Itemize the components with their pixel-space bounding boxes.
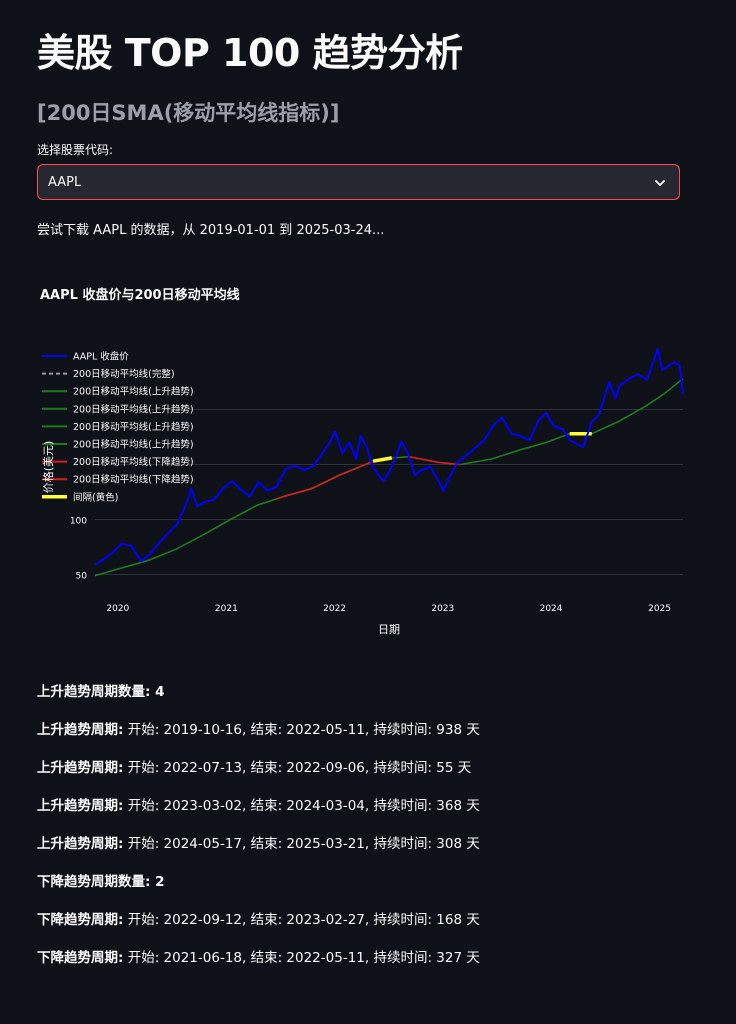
trend-results: 上升趋势周期数量: 4 上升趋势周期: 开始: 2019-10-16, 结束: 2… — [37, 682, 697, 986]
trend-count-line: 上升趋势周期数量: 4 — [37, 682, 697, 720]
legend-label: 200日移动平均线(下降趋势) — [73, 456, 194, 468]
x-tick-label: 2022 — [323, 604, 346, 614]
trend-label: 上升趋势周期: — [37, 836, 124, 852]
y-tick-label: 50 — [76, 572, 88, 582]
trend-detail: 开始: 2024-05-17, 结束: 2025-03-21, 持续时间: 30… — [123, 836, 480, 852]
legend-label: 间隔(黄色) — [73, 491, 118, 503]
download-info: 尝试下载 AAPL 的数据，从 2019-01-01 到 2025-03-24.… — [37, 223, 385, 238]
chart-axes: 50 100 2020 2021 2022 2023 2024 2025 — [70, 517, 671, 615]
trend-period-line: 下降趋势周期: 开始: 2021-06-18, 结束: 2022-05-11, … — [37, 948, 697, 986]
trend-label: 下降趋势周期数量: 2 — [37, 874, 165, 890]
sma-uptrend-segment — [591, 378, 684, 435]
x-tick-label: 2025 — [648, 604, 671, 614]
trend-period-line: 上升趋势周期: 开始: 2024-05-17, 结束: 2025-03-21, … — [37, 834, 697, 872]
trend-detail: 开始: 2019-10-16, 结束: 2022-05-11, 持续时间: 93… — [123, 722, 480, 738]
chevron-down-icon — [655, 180, 665, 186]
sma-uptrend-segment — [460, 432, 570, 466]
legend-label: 200日移动平均线(上升趋势) — [73, 421, 194, 433]
trend-label: 上升趋势周期: — [37, 760, 124, 776]
legend-label: 200日移动平均线(上升趋势) — [73, 386, 194, 398]
sma-gap-segment — [372, 456, 393, 463]
x-tick-label: 2024 — [540, 604, 563, 614]
trend-label: 上升趋势周期数量: 4 — [37, 684, 165, 700]
stock-select[interactable]: AAPL — [37, 164, 680, 200]
trend-count-line: 下降趋势周期数量: 2 — [37, 872, 697, 910]
trend-label: 下降趋势周期: — [37, 912, 124, 928]
trend-period-line: 上升趋势周期: 开始: 2023-03-02, 结束: 2024-03-04, … — [37, 796, 697, 834]
legend-label: 200日移动平均线(下降趋势) — [73, 474, 194, 486]
x-tick-label: 2023 — [431, 604, 454, 614]
page-title: 美股 TOP 100 趋势分析 — [37, 31, 463, 75]
trend-detail: 开始: 2021-06-18, 结束: 2022-05-11, 持续时间: 32… — [123, 950, 480, 966]
chart-legend: AAPL 收盘价 200日移动平均线(完整) 200日移动平均线(上升趋势) 200日… — [42, 351, 194, 503]
trend-period-line: 上升趋势周期: 开始: 2022-07-13, 结束: 2022-09-06, … — [37, 758, 697, 796]
x-tick-label: 2020 — [106, 604, 129, 614]
y-axis-label: 价格(美元) — [41, 441, 55, 494]
legend-label: 200日移动平均线(上升趋势) — [73, 439, 194, 451]
sma-downtrend-segment — [409, 456, 460, 466]
trend-period-line: 上升趋势周期: 开始: 2019-10-16, 结束: 2022-05-11, … — [37, 720, 697, 758]
trend-label: 上升趋势周期: — [37, 722, 124, 738]
price-sma-chart: AAPL 收盘价与200日移动平均线 50 100 2020 2021 2022 2023… — [40, 287, 684, 636]
stock-select-label: 选择股票代码: — [37, 143, 114, 157]
page-subtitle: [200日SMA(移动平均线指标)] — [37, 101, 340, 125]
legend-label: AAPL 收盘价 — [73, 351, 129, 363]
chart-grid — [95, 409, 683, 575]
x-axis-label: 日期 — [378, 623, 400, 636]
trend-label: 上升趋势周期: — [37, 798, 124, 814]
trend-detail: 开始: 2022-09-12, 结束: 2023-02-27, 持续时间: 16… — [123, 912, 480, 928]
x-tick-label: 2021 — [215, 604, 238, 614]
stock-select-value: AAPL — [48, 175, 82, 190]
legend-label: 200日移动平均线(完整) — [73, 368, 175, 380]
app-page: 美股 TOP 100 趋势分析 [200日SMA(移动平均线指标)] 选择股票代… — [0, 0, 736, 1024]
trend-detail: 开始: 2023-03-02, 结束: 2024-03-04, 持续时间: 36… — [123, 798, 480, 814]
y-tick-label: 100 — [70, 517, 87, 527]
trend-label: 下降趋势周期: — [37, 950, 124, 966]
trend-detail: 开始: 2022-07-13, 结束: 2022-09-06, 持续时间: 55… — [123, 760, 472, 776]
chart-title: AAPL 收盘价与200日移动平均线 — [40, 287, 240, 303]
legend-label: 200日移动平均线(上升趋势) — [73, 403, 194, 415]
trend-period-line: 下降趋势周期: 开始: 2022-09-12, 结束: 2023-02-27, … — [37, 910, 697, 948]
